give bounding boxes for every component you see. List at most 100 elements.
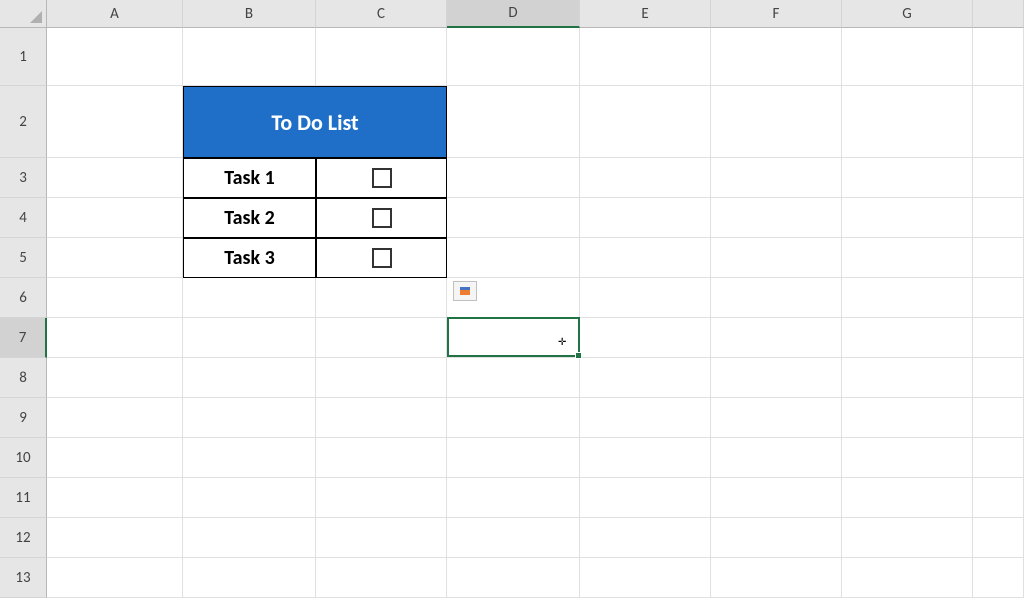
- col-header-G[interactable]: G: [842, 0, 973, 28]
- cell-A6[interactable]: [47, 278, 183, 318]
- cell-F9[interactable]: [711, 398, 842, 438]
- cell-overflow-10[interactable]: [973, 438, 1024, 478]
- cell-C7[interactable]: [316, 318, 447, 358]
- cell-E2[interactable]: [580, 86, 711, 158]
- cell-D8[interactable]: [447, 358, 580, 398]
- task-1-checkbox-cell[interactable]: [316, 158, 447, 198]
- cell-F6[interactable]: [711, 278, 842, 318]
- cell-G5[interactable]: [842, 238, 973, 278]
- cell-E6[interactable]: [580, 278, 711, 318]
- cell-F3[interactable]: [711, 158, 842, 198]
- cell-A2[interactable]: [47, 86, 183, 158]
- todo-list-header[interactable]: To Do List: [183, 86, 447, 158]
- row-header-1[interactable]: 1: [0, 28, 47, 86]
- cell-A8[interactable]: [47, 358, 183, 398]
- cell-F11[interactable]: [711, 478, 842, 518]
- cell-E1[interactable]: [580, 28, 711, 86]
- row-header-13[interactable]: 13: [0, 558, 47, 598]
- row-header-3[interactable]: 3: [0, 158, 47, 198]
- row-header-2[interactable]: 2: [0, 86, 47, 158]
- col-header-F[interactable]: F: [711, 0, 842, 28]
- cell-C9[interactable]: [316, 398, 447, 438]
- task-2-label[interactable]: Task 2: [183, 198, 316, 238]
- cell-overflow-7[interactable]: [973, 318, 1024, 358]
- cell-D11[interactable]: [447, 478, 580, 518]
- col-header-D[interactable]: D: [447, 0, 580, 28]
- cell-D12[interactable]: [447, 518, 580, 558]
- cell-B6[interactable]: [183, 278, 316, 318]
- cell-E5[interactable]: [580, 238, 711, 278]
- col-header-C[interactable]: C: [316, 0, 447, 28]
- cell-G8[interactable]: [842, 358, 973, 398]
- cell-G10[interactable]: [842, 438, 973, 478]
- cell-B1[interactable]: [183, 28, 316, 86]
- cell-B7[interactable]: [183, 318, 316, 358]
- task-2-checkbox[interactable]: [372, 208, 392, 228]
- cell-C11[interactable]: [316, 478, 447, 518]
- cell-B11[interactable]: [183, 478, 316, 518]
- cell-G12[interactable]: [842, 518, 973, 558]
- cell-A13[interactable]: [47, 558, 183, 598]
- cell-C13[interactable]: [316, 558, 447, 598]
- cell-G3[interactable]: [842, 158, 973, 198]
- select-all-corner[interactable]: [0, 0, 47, 28]
- row-header-12[interactable]: 12: [0, 518, 47, 558]
- cell-F12[interactable]: [711, 518, 842, 558]
- cell-D4[interactable]: [447, 198, 580, 238]
- cell-A9[interactable]: [47, 398, 183, 438]
- cell-G4[interactable]: [842, 198, 973, 238]
- cell-overflow-6[interactable]: [973, 278, 1024, 318]
- cell-G7[interactable]: [842, 318, 973, 358]
- paste-options-button[interactable]: [453, 281, 477, 301]
- cell-A12[interactable]: [47, 518, 183, 558]
- task-1-checkbox[interactable]: [372, 168, 392, 188]
- cell-D13[interactable]: [447, 558, 580, 598]
- col-header-overflow[interactable]: [973, 0, 1024, 28]
- cell-G11[interactable]: [842, 478, 973, 518]
- cell-F13[interactable]: [711, 558, 842, 598]
- cell-E12[interactable]: [580, 518, 711, 558]
- cell-A11[interactable]: [47, 478, 183, 518]
- cell-B10[interactable]: [183, 438, 316, 478]
- task-3-checkbox-cell[interactable]: [316, 238, 447, 278]
- cell-G9[interactable]: [842, 398, 973, 438]
- cell-E7[interactable]: [580, 318, 711, 358]
- cell-overflow-9[interactable]: [973, 398, 1024, 438]
- cell-overflow-5[interactable]: [973, 238, 1024, 278]
- cell-overflow-11[interactable]: [973, 478, 1024, 518]
- cell-B9[interactable]: [183, 398, 316, 438]
- task-3-checkbox[interactable]: [372, 248, 392, 268]
- col-header-E[interactable]: E: [580, 0, 711, 28]
- cell-D10[interactable]: [447, 438, 580, 478]
- cell-F7[interactable]: [711, 318, 842, 358]
- cell-C10[interactable]: [316, 438, 447, 478]
- row-header-7[interactable]: 7: [0, 318, 47, 358]
- cell-G13[interactable]: [842, 558, 973, 598]
- cell-E11[interactable]: [580, 478, 711, 518]
- cell-E9[interactable]: [580, 398, 711, 438]
- cell-F8[interactable]: [711, 358, 842, 398]
- row-header-8[interactable]: 8: [0, 358, 47, 398]
- cell-C8[interactable]: [316, 358, 447, 398]
- cell-F5[interactable]: [711, 238, 842, 278]
- col-header-B[interactable]: B: [183, 0, 316, 28]
- cell-A5[interactable]: [47, 238, 183, 278]
- cell-A3[interactable]: [47, 158, 183, 198]
- cell-overflow-13[interactable]: [973, 558, 1024, 598]
- cell-A7[interactable]: [47, 318, 183, 358]
- cell-D9[interactable]: [447, 398, 580, 438]
- cell-D5[interactable]: [447, 238, 580, 278]
- cell-E4[interactable]: [580, 198, 711, 238]
- cell-F1[interactable]: [711, 28, 842, 86]
- cell-A4[interactable]: [47, 198, 183, 238]
- cell-E8[interactable]: [580, 358, 711, 398]
- cell-overflow-8[interactable]: [973, 358, 1024, 398]
- cell-G6[interactable]: [842, 278, 973, 318]
- task-3-label[interactable]: Task 3: [183, 238, 316, 278]
- cell-D3[interactable]: [447, 158, 580, 198]
- cell-F4[interactable]: [711, 198, 842, 238]
- cell-overflow-12[interactable]: [973, 518, 1024, 558]
- cell-C1[interactable]: [316, 28, 447, 86]
- col-header-A[interactable]: A: [47, 0, 183, 28]
- cell-B8[interactable]: [183, 358, 316, 398]
